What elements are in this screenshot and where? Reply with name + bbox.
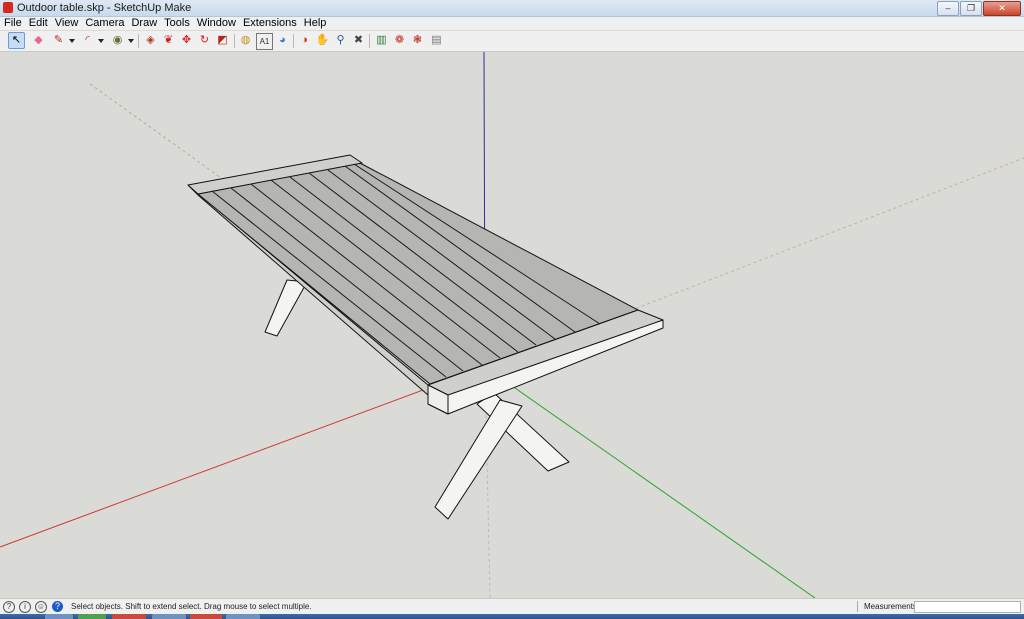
status-message: Select objects. Shift to extend select. … — [71, 602, 312, 611]
instructor-help-icon[interactable]: ? — [52, 601, 63, 612]
extension-warehouse-icon[interactable]: ❁ — [392, 33, 407, 48]
drawing-canvas[interactable] — [0, 52, 1024, 598]
push-pull-tool-icon[interactable]: ◈ — [143, 33, 158, 48]
paint-bucket-tool-icon[interactable]: ◕ — [275, 33, 290, 48]
status-divider — [857, 601, 858, 612]
text-tool-icon[interactable]: A1 — [256, 33, 273, 50]
line-tool-icon[interactable]: ✎ — [51, 33, 66, 48]
menu-edit[interactable]: Edit — [26, 17, 51, 29]
follow-me-tool-icon[interactable]: ❦ — [161, 33, 176, 48]
taskbar-button[interactable] — [45, 614, 73, 619]
os-taskbar — [0, 614, 1024, 619]
menu-extensions[interactable]: Extensions — [240, 17, 300, 29]
menu-tools[interactable]: Tools — [161, 17, 193, 29]
taskbar-button[interactable] — [226, 614, 260, 619]
menu-view[interactable]: View — [52, 17, 82, 29]
toolbar-separator — [369, 34, 370, 48]
toolbar-separator — [234, 34, 235, 48]
components-icon[interactable]: ❃ — [410, 33, 425, 48]
toolbar-separator — [138, 34, 139, 48]
title-bar: Outdoor table.skp - SketchUp Make – ❐ ✕ — [0, 0, 1024, 17]
arc-dropdown-chevron-icon[interactable] — [98, 39, 104, 43]
menu-file[interactable]: File — [1, 17, 25, 29]
window-title: Outdoor table.skp - SketchUp Make — [17, 2, 192, 14]
menu-help[interactable]: Help — [301, 17, 330, 29]
measurements-input[interactable] — [914, 601, 1021, 613]
geolocation-icon[interactable]: ? — [3, 601, 15, 613]
measurements-label: Measurements — [864, 602, 917, 611]
minimize-button[interactable]: – — [937, 1, 959, 16]
sketchup-app-icon[interactable] — [3, 2, 13, 13]
pan-tool-icon[interactable]: ✋ — [315, 33, 330, 48]
rotate-tool-icon[interactable]: ↻ — [197, 33, 212, 48]
user-account-icon[interactable]: ☺ — [35, 601, 47, 613]
shapes-tool-icon[interactable]: ◉ — [110, 33, 125, 48]
window-controls: – ❐ ✕ — [937, 1, 1021, 16]
orbit-tool-icon[interactable]: ◑ — [297, 33, 312, 48]
taskbar-button[interactable] — [190, 614, 222, 619]
zoom-tool-icon[interactable]: ⚲ — [333, 33, 348, 48]
3d-warehouse-icon[interactable]: ▥ — [374, 33, 389, 48]
credits-info-icon[interactable]: i — [19, 601, 31, 613]
menu-draw[interactable]: Draw — [128, 17, 160, 29]
layout-send-icon[interactable]: ▤ — [429, 33, 444, 48]
move-tool-icon[interactable]: ✥ — [179, 33, 194, 48]
menu-window[interactable]: Window — [194, 17, 239, 29]
menu-camera[interactable]: Camera — [82, 17, 127, 29]
arc-tool-icon[interactable]: ◜ — [80, 33, 95, 48]
shapes-dropdown-chevron-icon[interactable] — [128, 39, 134, 43]
zoom-extents-tool-icon[interactable]: ✖ — [351, 33, 366, 48]
taskbar-button[interactable] — [152, 614, 186, 619]
tape-measure-tool-icon[interactable]: ◍ — [238, 33, 253, 48]
close-button[interactable]: ✕ — [983, 1, 1021, 16]
restore-button[interactable]: ❐ — [960, 1, 982, 16]
taskbar-button[interactable] — [78, 614, 106, 619]
select-tool-icon[interactable]: ↖ — [8, 32, 25, 49]
status-bar: ? i ☺ ? Select objects. Shift to extend … — [0, 598, 1024, 615]
scale-tool-icon[interactable]: ◩ — [215, 33, 230, 48]
line-dropdown-chevron-icon[interactable] — [69, 39, 75, 43]
toolbar-separator — [293, 34, 294, 48]
menu-bar: File Edit View Camera Draw Tools Window Extensi… — [0, 17, 1024, 30]
eraser-tool-icon[interactable]: ◆ — [31, 33, 46, 48]
main-toolbar: ↖ ◆ ✎ ◜ ◉ ◈ ❦ ✥ ↻ ◩ ◍ A1 ◕ ◑ ✋ ⚲ ✖ ▥ ❁ ❃… — [0, 31, 1024, 52]
taskbar-button[interactable] — [112, 614, 146, 619]
